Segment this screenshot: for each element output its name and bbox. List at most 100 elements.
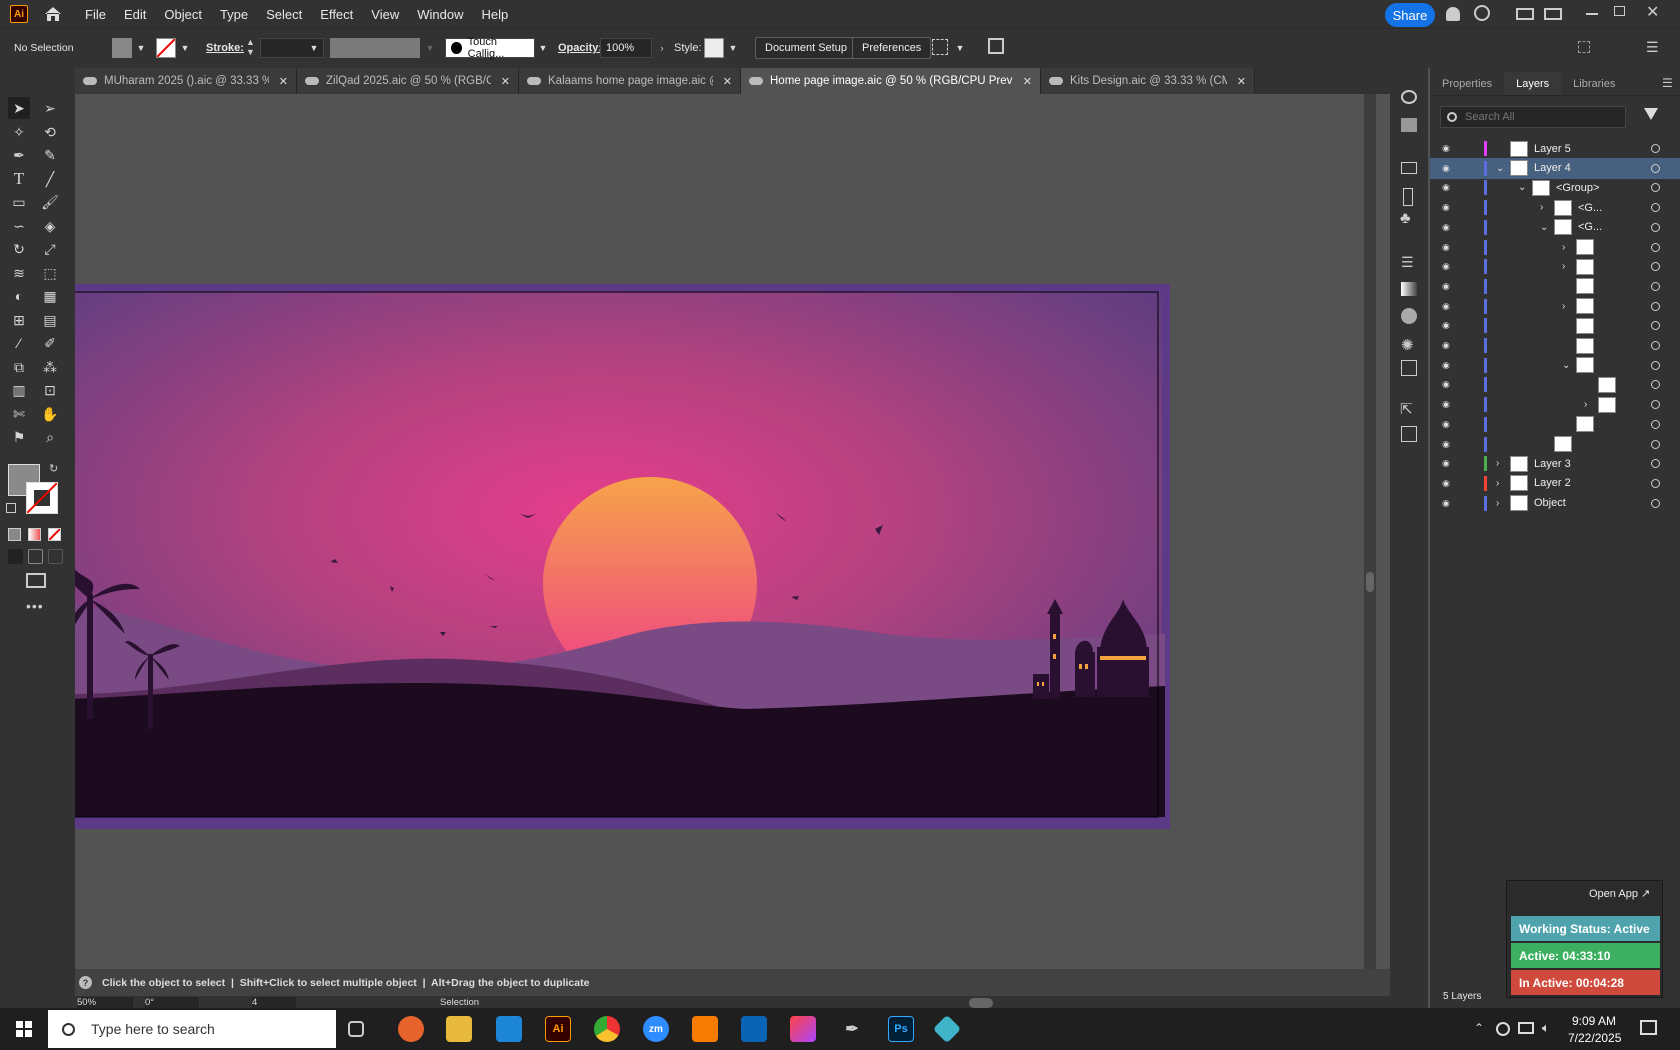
stroke-color-swatch[interactable] — [26, 482, 58, 514]
chevron-right-icon[interactable]: › — [1562, 242, 1565, 253]
artboard-number-field[interactable]: 4 — [252, 997, 296, 1008]
menu-view[interactable]: View — [362, 7, 408, 22]
transform-icon[interactable] — [1401, 162, 1417, 174]
chrome-icon[interactable] — [594, 1016, 620, 1042]
opacity-input[interactable]: 100% — [600, 38, 652, 58]
close-tab-icon[interactable]: ✕ — [1237, 75, 1246, 88]
clock-date[interactable]: 7/22/2025 — [1568, 1031, 1621, 1045]
document-tab[interactable]: Home page image.aic @ 50 % (RGB/CPU Prev… — [741, 68, 1041, 94]
menu-edit[interactable]: Edit — [115, 7, 155, 22]
photoshop-icon[interactable]: Ps — [888, 1016, 914, 1042]
blend-tool-icon[interactable]: ⧉ — [8, 356, 30, 378]
artboard-tool-icon[interactable]: ⊡ — [39, 379, 61, 401]
preferences-button[interactable]: Preferences — [852, 37, 932, 59]
hand-tool-icon[interactable]: ✋ — [39, 403, 61, 425]
document-tab[interactable]: MUharam 2025 ().aic @ 33.33 % (... ✕ — [75, 68, 297, 94]
color-mode-icon[interactable] — [8, 528, 21, 541]
selection-tool-icon[interactable]: ➤ — [8, 97, 30, 119]
layer-row[interactable]: ◉ — [1430, 335, 1680, 356]
visibility-eye-icon[interactable]: ◉ — [1442, 242, 1450, 253]
tab-properties[interactable]: Properties — [1430, 72, 1504, 95]
opacity-arrow[interactable]: › — [654, 38, 670, 58]
layer-row[interactable]: ◉ › Layer 2 — [1430, 473, 1680, 494]
open-app-link[interactable]: Open App ↗ — [1589, 887, 1650, 900]
target-circle-icon[interactable] — [1651, 459, 1660, 469]
menu-file[interactable]: File — [76, 7, 115, 22]
windows-start-icon[interactable] — [16, 1021, 32, 1037]
eyedropper-alt-icon[interactable]: ✐ — [39, 332, 61, 354]
image-trace-icon[interactable] — [1401, 118, 1417, 132]
target-circle-icon[interactable] — [1651, 360, 1660, 370]
restore-icon[interactable] — [1614, 6, 1625, 16]
chevron-right-icon[interactable]: › — [1496, 478, 1499, 489]
layers-search[interactable] — [1440, 106, 1626, 128]
slice-tool-icon[interactable]: ✄ — [8, 403, 30, 425]
zoom-field[interactable]: 50% — [77, 997, 133, 1008]
creative-cloud-icon[interactable] — [790, 1016, 816, 1042]
magic-wand-tool-icon[interactable]: ✧ — [8, 121, 30, 143]
document-tab[interactable]: ZilQad 2025.aic @ 50 % (RGB/CP... ✕ — [297, 68, 519, 94]
layer-row[interactable]: ◉ › <G... — [1430, 197, 1680, 218]
chevron-right-icon[interactable]: › — [1496, 458, 1499, 469]
stroke-swatch[interactable] — [156, 38, 176, 58]
search-icon[interactable] — [1474, 5, 1490, 21]
draw-inside-icon[interactable] — [48, 549, 63, 564]
screen-mode-icon[interactable] — [26, 573, 46, 588]
tray-security-icon[interactable] — [1496, 1022, 1510, 1036]
visibility-eye-icon[interactable]: ◉ — [1442, 498, 1450, 509]
close-tab-icon[interactable]: ✕ — [501, 75, 510, 88]
layer-row[interactable]: ◉ — [1430, 315, 1680, 336]
chevron-right-icon[interactable]: › — [1562, 301, 1565, 312]
visibility-eye-icon[interactable]: ◉ — [1442, 419, 1450, 430]
column-graph-tool-icon[interactable]: ▥ — [8, 379, 30, 401]
firefox-icon[interactable] — [398, 1016, 424, 1042]
app-icon[interactable] — [932, 1014, 962, 1044]
eyedropper-tool-icon[interactable]: ⁄ — [8, 332, 30, 354]
visibility-eye-icon[interactable]: ◉ — [1442, 439, 1450, 450]
swap-colors-icon[interactable]: ↻ — [49, 462, 58, 475]
color-panel-icon[interactable] — [1401, 308, 1417, 324]
home-icon[interactable] — [44, 6, 62, 22]
layer-row[interactable]: ◉ › Layer 3 — [1430, 453, 1680, 474]
fill-swatch[interactable] — [112, 38, 132, 58]
chevron-right-icon[interactable]: › — [1540, 202, 1543, 213]
filter-icon[interactable] — [1644, 108, 1658, 120]
gradient-panel-icon[interactable] — [1401, 282, 1417, 296]
lasso-tool-icon[interactable]: ⟲ — [39, 121, 61, 143]
volume-icon[interactable]: 🔈︎ — [1542, 1020, 1550, 1036]
stroke-weight-dropdown[interactable]: ▼ — [306, 38, 322, 58]
workspace-icon[interactable] — [1544, 8, 1562, 20]
arrange-docs-icon[interactable] — [1578, 41, 1590, 53]
layer-row[interactable]: ◉ ⌄ — [1430, 355, 1680, 376]
stroke-panel-icon[interactable]: ✺ — [1401, 336, 1414, 354]
gradient-mode-icon[interactable] — [28, 528, 41, 541]
visibility-eye-icon[interactable]: ◉ — [1442, 340, 1450, 351]
puppet-icon[interactable] — [1403, 188, 1413, 206]
layer-row[interactable]: ◉ Layer 5 — [1430, 138, 1680, 159]
horizontal-scroll-thumb[interactable] — [969, 998, 993, 1008]
visibility-eye-icon[interactable]: ◉ — [1442, 360, 1450, 371]
close-tab-icon[interactable]: ✕ — [723, 75, 732, 88]
layer-row[interactable]: ◉ — [1430, 276, 1680, 297]
menu-select[interactable]: Select — [257, 7, 311, 22]
width-tool-icon[interactable]: ≋ — [8, 262, 30, 284]
document-setup-button[interactable]: Document Setup — [755, 37, 857, 59]
draw-normal-icon[interactable] — [8, 549, 23, 564]
chevron-down-icon[interactable]: ⌄ — [1496, 163, 1504, 174]
chevron-right-icon[interactable]: › — [1584, 399, 1587, 410]
fill-dropdown[interactable]: ▼ — [133, 38, 149, 58]
align-icon[interactable] — [932, 39, 948, 55]
tab-layers[interactable]: Layers — [1504, 72, 1562, 95]
visibility-eye-icon[interactable]: ◉ — [1442, 399, 1450, 410]
visibility-eye-icon[interactable]: ◉ — [1442, 478, 1450, 489]
menu-type[interactable]: Type — [211, 7, 257, 22]
gradient-tool-icon[interactable]: ▤ — [39, 309, 61, 331]
pen-tool-icon[interactable]: ✒ — [8, 144, 30, 166]
file-explorer-icon[interactable] — [446, 1016, 472, 1042]
eraser-tool-icon[interactable]: ◈ — [39, 215, 61, 237]
visibility-eye-icon[interactable]: ◉ — [1442, 320, 1450, 331]
perspective-grid-tool-icon[interactable]: ▦ — [39, 285, 61, 307]
symbols-icon[interactable]: ♣ — [1400, 210, 1411, 228]
line-tool-icon[interactable]: ╱ — [39, 168, 61, 190]
visibility-eye-icon[interactable]: ◉ — [1442, 281, 1450, 292]
